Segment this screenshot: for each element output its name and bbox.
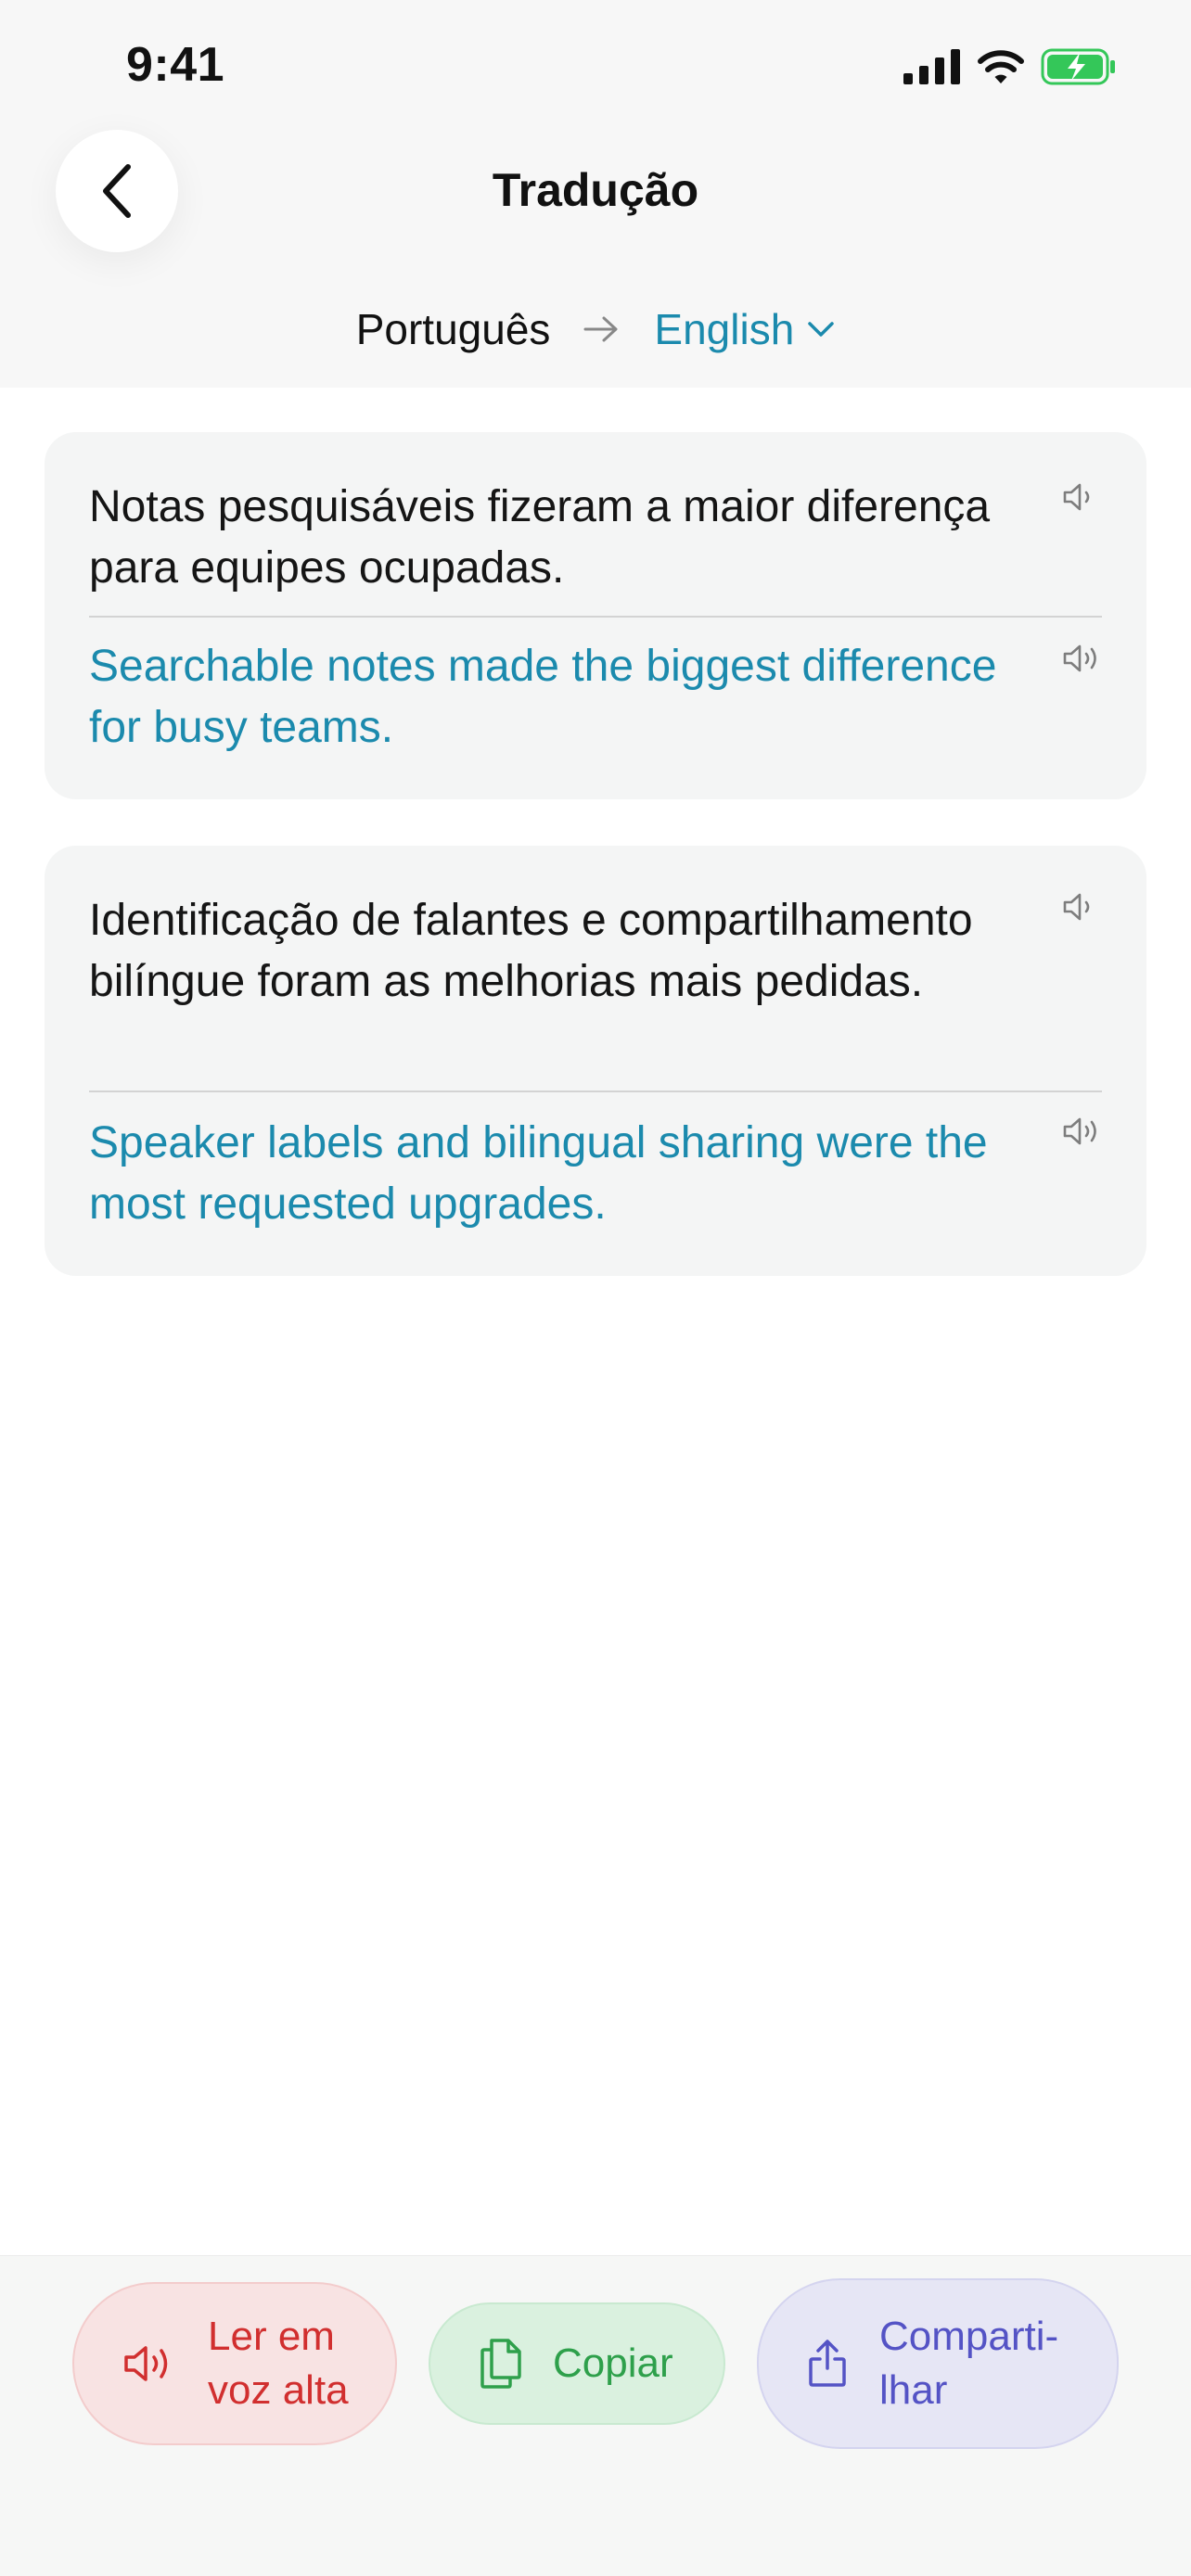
translated-text: Searchable notes made the biggest differ…: [89, 642, 997, 752]
action-bar: Ler em voz alta Copiar Comparti- lhar: [0, 2255, 1191, 2576]
target-language: English: [654, 305, 795, 353]
translation-card: Notas pesquisáveis fizeram a maior difer…: [45, 432, 1146, 799]
read-aloud-label: Ler em voz alta: [208, 2314, 349, 2413]
source-text: Identificação de falantes e compartilham…: [89, 896, 973, 1006]
share-button[interactable]: Comparti- lhar: [757, 2278, 1119, 2449]
copy-button[interactable]: Copiar: [429, 2302, 725, 2425]
target-language-dropdown[interactable]: English: [654, 304, 835, 354]
share-icon: [807, 2339, 848, 2389]
arrow-right-icon: [583, 314, 621, 344]
source-language: Português: [355, 305, 551, 353]
speaker-icon[interactable]: [1061, 642, 1102, 675]
copy-icon: [479, 2337, 525, 2391]
wifi-icon: [978, 50, 1024, 83]
speaker-icon[interactable]: [1061, 890, 1102, 924]
translation-card: Identificação de falantes e compartilham…: [45, 846, 1146, 1276]
translated-text: Speaker labels and bilingual sharing wer…: [89, 1118, 988, 1229]
signal-icon: [903, 49, 960, 84]
divider: [89, 616, 1102, 618]
status-time: 9:41: [126, 38, 225, 92]
speaker-icon[interactable]: [1061, 480, 1102, 514]
top-bar: 9:41 Tradução Português English: [0, 0, 1191, 388]
source-text: Notas pesquisáveis fizeram a maior difer…: [89, 482, 991, 593]
chevron-down-icon: [808, 322, 835, 337]
share-label: Comparti- lhar: [879, 2314, 1059, 2413]
page-title: Tradução: [492, 164, 699, 216]
speaker-icon: [122, 2342, 176, 2385]
status-icons: [903, 45, 1117, 89]
language-selector: Português English: [0, 304, 1191, 354]
battery-icon: [1041, 48, 1115, 85]
copy-label: Copiar: [553, 2340, 673, 2386]
divider: [89, 1090, 1102, 1092]
speaker-icon[interactable]: [1061, 1115, 1102, 1148]
read-aloud-button[interactable]: Ler em voz alta: [72, 2282, 397, 2445]
